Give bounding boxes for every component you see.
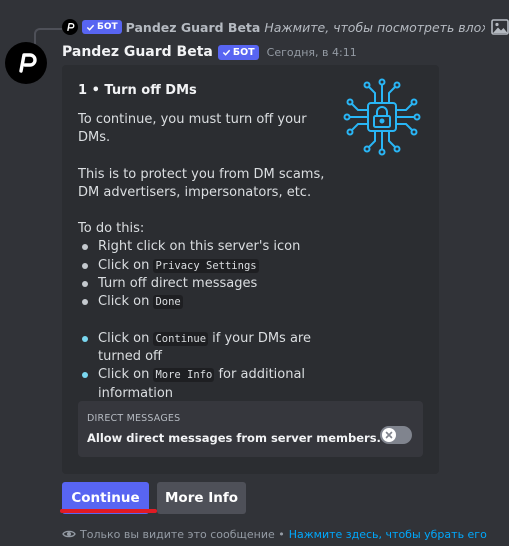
circuit-lock-icon [343,78,421,156]
reply-connector [34,28,62,44]
dm-setting-field: DIRECT MESSAGES Allow direct messages fr… [78,401,423,457]
intro-text: To continue, you must turn off your DMs. [78,112,307,146]
bot-avatar[interactable] [5,42,47,84]
dismiss-message-link[interactable]: Нажмите здесь, чтобы убрать его [289,528,487,541]
step-text: Click on Privacy Settings [98,257,259,273]
step-text: Turn off direct messages [98,276,258,292]
embed-description: To continue, you must turn off your DMs.… [78,111,338,403]
message-header: Pandez Guard Beta БОТ Сегодня, в 4:11 [62,42,357,62]
list-item: Right click on this server's icon [78,238,338,256]
field-value: Allow direct messages from server member… [87,431,381,445]
verified-check-icon [86,24,95,31]
ephemeral-text: Только вы видите это сообщение • [80,527,285,541]
bullet-icon [82,299,88,306]
eye-icon [62,530,76,538]
message-author[interactable]: Pandez Guard Beta [62,44,213,60]
reply-author[interactable]: Pandez Guard Beta [126,20,261,35]
dm-toggle[interactable] [380,426,412,444]
inline-code: Continue [153,331,209,346]
embed-title: 1 • Turn off DMs [78,83,197,98]
step-text: Click on Done [98,294,183,310]
extra-steps-list: Click on Continue if your DMs are turned… [78,330,338,403]
verified-check-icon [222,49,231,56]
list-item: Click on Done [78,293,338,311]
bullet-icon [82,244,88,251]
more-info-button[interactable]: More Info [157,482,246,514]
steps-list: Right click on this server's icon Click … [78,238,338,311]
highlight-underline [60,509,157,513]
bot-tag-label: БОТ [232,46,255,58]
todo-heading: To do this: [78,221,145,237]
bullet-icon [82,335,88,342]
inline-code: Privacy Settings [153,258,259,273]
bullet-icon [82,262,88,269]
image-icon [491,19,509,35]
ephemeral-notice: Только вы видите это сообщение • Нажмите… [62,526,487,542]
close-icon [385,431,393,439]
reply-text[interactable]: Нажмите, чтобы посмотреть вложение [264,20,485,35]
bullet-icon [82,281,88,288]
reply-preview[interactable]: БОТ Pandez Guard Beta Нажмите, чтобы пос… [62,18,509,36]
step-text: Right click on this server's icon [98,239,301,255]
list-item: Click on Privacy Settings [78,257,338,275]
reply-bot-tag: БОТ [82,20,122,34]
bot-tag: БОТ [217,44,259,60]
embed-card: 1 • Turn off DMs To continue, you must t… [62,65,439,474]
reply-avatar [62,19,78,35]
list-item: Turn off direct messages [78,275,338,293]
toggle-knob [382,428,396,442]
message-timestamp: Сегодня, в 4:11 [266,45,357,59]
step-text: Click on Continue if your DMs are turned… [98,330,311,364]
list-item: Click on Continue if your DMs are turned… [78,330,338,367]
step-text: Click on More Info for additional inform… [98,367,306,401]
field-name: DIRECT MESSAGES [87,413,181,424]
inline-code: More Info [153,368,215,383]
list-item: Click on More Info for additional inform… [78,366,338,403]
reason-text: This is to protect you from DM scams, DM… [78,166,325,200]
bullet-icon [82,372,88,379]
inline-code: Done [153,295,183,310]
reply-bot-tag-label: БОТ [97,22,118,32]
